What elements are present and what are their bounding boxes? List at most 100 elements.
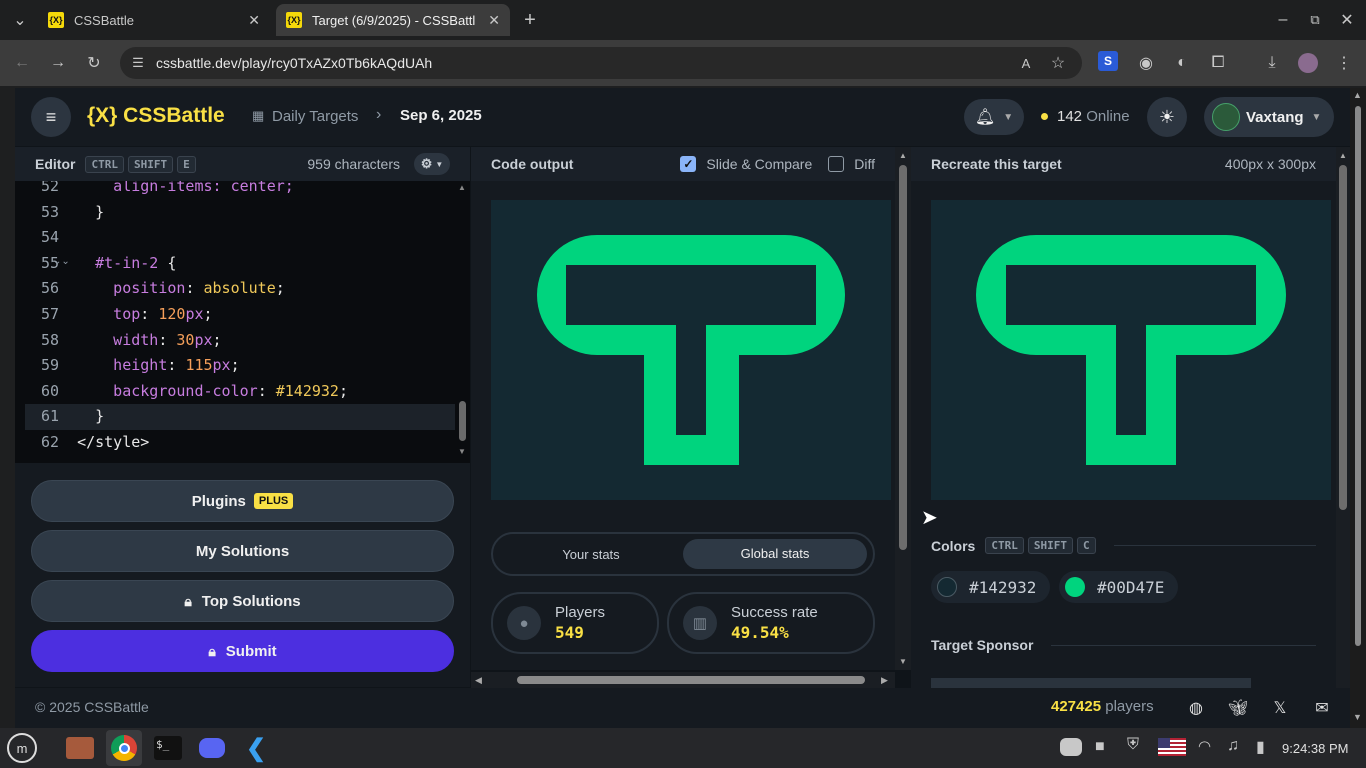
tray-discord-icon[interactable]: [1060, 738, 1082, 756]
diff-label[interactable]: Diff: [854, 156, 875, 172]
sponsor-box[interactable]: [931, 678, 1251, 688]
bar-chart-icon: ▥: [683, 606, 717, 640]
site-info-icon[interactable]: ☰: [126, 51, 150, 75]
code-token: absolute: [203, 279, 276, 298]
diff-checkbox[interactable]: [828, 156, 845, 172]
menu-kebab-icon[interactable]: ⋮: [1332, 51, 1356, 75]
code-token: top: [77, 304, 141, 323]
breadcrumb-daily-targets[interactable]: Daily Targets: [272, 108, 358, 125]
discord-app-icon[interactable]: [194, 730, 230, 766]
code-line[interactable]: 55 #t-in-2 {: [25, 251, 455, 277]
user-menu-button[interactable]: Vaxtang ▼: [1204, 97, 1334, 137]
theme-toggle-button[interactable]: ☀: [1147, 97, 1187, 137]
new-tab-icon[interactable]: +: [518, 8, 542, 32]
forward-icon[interactable]: →: [46, 51, 70, 75]
mail-icon[interactable]: ✉: [1310, 696, 1334, 720]
tab-your-stats[interactable]: Your stats: [499, 547, 683, 562]
tray-shield-icon[interactable]: ⛨: [1127, 736, 1139, 754]
editor-scroll-thumb[interactable]: [459, 401, 466, 441]
reload-icon[interactable]: ↻: [82, 51, 106, 75]
color-chip-dark[interactable]: #142932: [931, 571, 1051, 603]
slide-compare-checkbox[interactable]: ✓: [680, 156, 697, 172]
code-output-canvas[interactable]: [491, 200, 891, 500]
terminal-icon[interactable]: $_: [150, 730, 186, 766]
editor-settings-button[interactable]: ⚙ ▼: [414, 153, 450, 175]
tray-wifi-icon[interactable]: ◠: [1198, 737, 1211, 755]
close-icon[interactable]: ✕: [488, 12, 500, 29]
maximize-icon[interactable]: ⧉: [1303, 8, 1327, 32]
scroll-up-icon[interactable]: ▲: [1339, 151, 1347, 160]
chrome-icon[interactable]: [106, 730, 142, 766]
translate-icon[interactable]: A: [1014, 51, 1038, 75]
vscode-icon[interactable]: ❮: [238, 730, 274, 766]
download-icon[interactable]: ⤓: [1260, 51, 1284, 75]
scroll-up-icon[interactable]: ▲: [458, 183, 466, 192]
my-solutions-button[interactable]: My Solutions: [31, 530, 454, 572]
minimize-icon[interactable]: –: [1271, 8, 1295, 32]
page-scroll-down-icon[interactable]: ▼: [1353, 712, 1362, 722]
cssbattle-logo[interactable]: {X} CSSBattle: [87, 104, 225, 128]
code-token: ;: [230, 356, 240, 375]
code-line[interactable]: 62 </style>: [25, 430, 455, 456]
scroll-right-icon[interactable]: ▶: [881, 675, 888, 686]
tab-target[interactable]: {X} Target (6/9/2025) - CSSBattl ✕: [276, 4, 510, 36]
tab-title: Target (6/9/2025) - CSSBattl: [312, 12, 476, 28]
close-icon[interactable]: ✕: [248, 12, 260, 29]
code-line[interactable]: 53 }: [25, 200, 455, 226]
clock[interactable]: 9:24:38 PM: [1282, 741, 1349, 756]
tab-cssbattle[interactable]: {X} CSSBattle ✕: [38, 4, 270, 36]
plugins-button[interactable]: Plugins PLUS: [31, 480, 454, 522]
bookmark-star-icon[interactable]: ☆: [1046, 51, 1070, 75]
code-line[interactable]: 61 }: [25, 404, 455, 430]
scroll-up-icon[interactable]: ▲: [899, 151, 907, 160]
tray-camera-icon[interactable]: ■: [1095, 738, 1105, 756]
extension-eyes-icon[interactable]: ◉: [1134, 51, 1158, 75]
slide-compare-label[interactable]: Slide & Compare: [706, 156, 812, 172]
x-twitter-icon[interactable]: 𝕏: [1268, 696, 1292, 720]
hamburger-button[interactable]: ≡: [31, 97, 71, 137]
target-canvas[interactable]: [931, 200, 1331, 500]
code-line[interactable]: 52 align-items: center;: [25, 181, 455, 200]
top-solutions-button[interactable]: 🔒︎ Top Solutions: [31, 580, 454, 622]
mint-menu-icon[interactable]: m: [4, 730, 40, 766]
code-editor[interactable]: 52 align-items: center; 53 } 54 55 #t-in-2…: [15, 181, 470, 463]
page-scrollbar[interactable]: ▲ ▼: [1350, 88, 1366, 728]
tray-battery-icon[interactable]: ▮: [1256, 737, 1265, 757]
scroll-down-icon[interactable]: ▼: [458, 447, 466, 456]
extensions-puzzle-icon[interactable]: ⧠: [1206, 51, 1230, 75]
close-window-icon[interactable]: ✕: [1335, 8, 1359, 32]
submit-button[interactable]: 🔒︎ Submit: [31, 630, 454, 672]
code-line[interactable]: 58 width: 30px;: [25, 328, 455, 354]
extension-s-icon[interactable]: S: [1098, 51, 1118, 71]
output-scrollbar[interactable]: ▲ ▼: [895, 147, 911, 670]
fold-icon[interactable]: ⌄⌄: [53, 256, 70, 267]
target-scrollbar[interactable]: ▲: [1336, 147, 1350, 688]
tray-us-flag-icon[interactable]: [1158, 738, 1186, 756]
discord-icon[interactable]: ◍: [1184, 696, 1208, 720]
output-h-scrollbar[interactable]: ◀ ▶: [471, 672, 895, 688]
scroll-down-icon[interactable]: ▼: [899, 657, 907, 666]
address-bar[interactable]: ☰ cssbattle.dev/play/rcy0TxAZx0Tb6kAQdUA…: [120, 47, 1082, 79]
tray-music-icon[interactable]: ♫: [1227, 737, 1239, 755]
page-scroll-up-icon[interactable]: ▲: [1353, 90, 1362, 100]
page-scroll-thumb[interactable]: [1355, 106, 1361, 646]
tab-global-stats[interactable]: Global stats: [683, 539, 867, 569]
color-chip-green[interactable]: #00D47E: [1059, 571, 1179, 603]
editor-scrollbar[interactable]: ▲ ▼: [455, 181, 470, 463]
code-line[interactable]: 54: [25, 225, 455, 251]
back-icon[interactable]: ←: [10, 51, 34, 75]
output-scroll-thumb[interactable]: [899, 165, 907, 550]
code-line[interactable]: 57 top: 120px;: [25, 302, 455, 328]
bluesky-icon[interactable]: 🦋︎: [1226, 696, 1250, 720]
scroll-left-icon[interactable]: ◀: [475, 675, 482, 686]
profile-avatar[interactable]: [1298, 53, 1318, 73]
target-scroll-thumb[interactable]: [1339, 165, 1347, 510]
extension-color-icon[interactable]: ◐: [1170, 51, 1194, 75]
files-icon[interactable]: [62, 730, 98, 766]
tab-list-icon[interactable]: ⌄: [8, 8, 32, 32]
code-line[interactable]: 59 height: 115px;: [25, 353, 455, 379]
h-scroll-thumb[interactable]: [517, 676, 865, 684]
code-line[interactable]: 60 background-color: #142932;: [25, 379, 455, 405]
notifications-button[interactable]: 🔔︎ ▼: [964, 99, 1024, 135]
code-line[interactable]: 56 position: absolute;: [25, 276, 455, 302]
